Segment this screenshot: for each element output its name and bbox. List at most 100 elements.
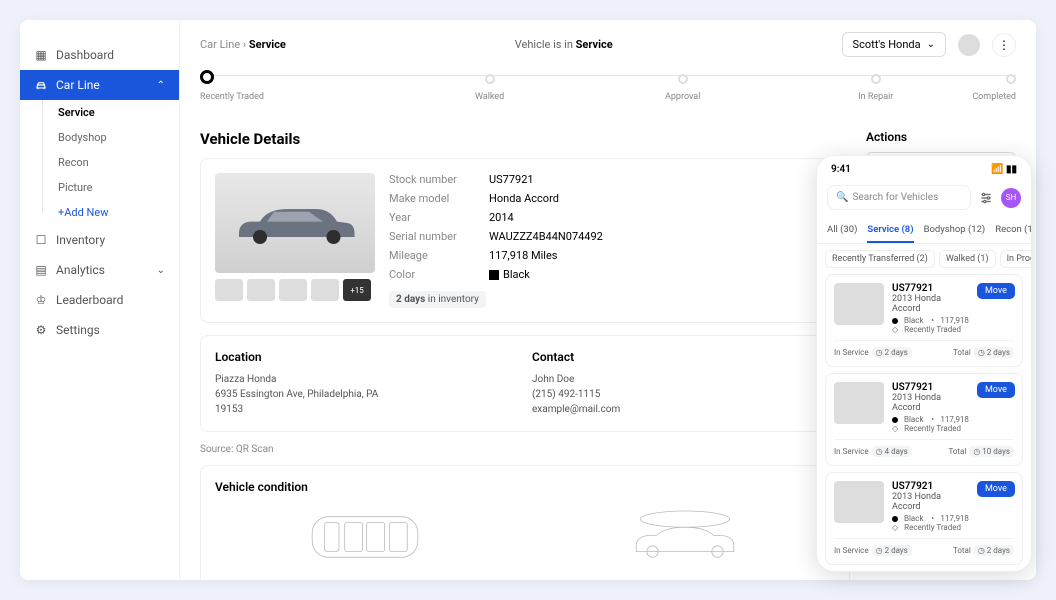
color-dot xyxy=(892,516,898,522)
filter-icon[interactable] xyxy=(977,189,995,207)
gauge-icon: ◔ xyxy=(930,316,935,325)
thumbnail[interactable] xyxy=(247,279,275,301)
vehicle-thumb xyxy=(834,481,884,523)
location-contact-card: Location Piazza Honda 6935 Essington Ave… xyxy=(200,335,850,432)
move-button[interactable]: Move xyxy=(977,382,1015,398)
breadcrumb-current: Service xyxy=(249,38,286,51)
model-name: 2013 Honda Accord xyxy=(892,492,969,512)
gear-icon: ⚙ xyxy=(34,323,48,337)
search-icon: 🔍 xyxy=(836,192,848,203)
dealer-select[interactable]: Scott's Honda ⌄ xyxy=(842,32,946,57)
days-pill: ◷2 days xyxy=(974,347,1014,358)
days-pill: ◷10 days xyxy=(969,446,1014,457)
sidebar-item-label: Settings xyxy=(56,323,100,337)
tab-bodyshop[interactable]: Bodyshop (12) xyxy=(924,220,986,243)
mobile-avatar[interactable]: SH xyxy=(1001,188,1021,208)
sidebar-item-label: Inventory xyxy=(56,233,105,247)
chevron-up-icon: ⌃ xyxy=(157,80,165,91)
vehicle-card[interactable]: US77921 2013 Honda Accord Black◔117,918 … xyxy=(825,274,1023,367)
tab-recon[interactable]: Recon (10) xyxy=(995,220,1032,243)
sidebar-item-label: Leaderboard xyxy=(56,293,123,307)
days-pill: ◷4 days xyxy=(872,446,912,457)
vehicle-details-card: ✎ +15 xyxy=(200,158,850,323)
box-icon: ☐ xyxy=(34,233,48,247)
thumbnail[interactable] xyxy=(279,279,307,301)
car-icon xyxy=(34,78,48,92)
move-button[interactable]: Move xyxy=(977,481,1015,497)
contact-title: Contact xyxy=(532,350,835,364)
page-title: Vehicle Details xyxy=(200,130,850,148)
sidebar-item-leaderboard[interactable]: ♔ Leaderboard xyxy=(20,285,179,315)
pin-icon: ◇ xyxy=(892,424,898,433)
model-name: 2013 Honda Accord xyxy=(892,393,969,413)
thumbnail[interactable] xyxy=(215,279,243,301)
step-dot[interactable] xyxy=(678,74,688,84)
menu-button[interactable]: ⋮ xyxy=(992,33,1016,57)
step-dot[interactable] xyxy=(200,70,214,84)
vehicle-thumb xyxy=(834,283,884,325)
days-pill: ◷2 days xyxy=(872,545,912,556)
top-bar: Car Line › Service Vehicle is in Service… xyxy=(180,20,1036,69)
signal-icons: 📶 ▮▮ xyxy=(991,164,1017,175)
sidebar-item-inventory[interactable]: ☐ Inventory xyxy=(20,225,179,255)
chevron-down-icon: ⌄ xyxy=(927,39,935,50)
days-pill: ◷2 days xyxy=(872,347,912,358)
sidebar-add-new[interactable]: +Add New xyxy=(20,200,179,225)
days-pill: ◷2 days xyxy=(974,545,1014,556)
sidebar-sub-picture[interactable]: Picture xyxy=(20,175,179,200)
interior-schematic[interactable] xyxy=(300,502,430,572)
sidebar-sub-bodyshop[interactable]: Bodyshop xyxy=(20,125,179,150)
sidebar-item-dashboard[interactable]: ▦ Dashboard xyxy=(20,40,179,70)
tab-service[interactable]: Service (8) xyxy=(867,220,913,243)
chip[interactable]: Walked (1) xyxy=(939,250,996,268)
search-input[interactable]: 🔍 Search for Vehicles xyxy=(827,185,971,210)
clock-icon: ◷ xyxy=(876,348,883,357)
move-button[interactable]: Move xyxy=(977,283,1015,299)
step-dot[interactable] xyxy=(871,74,881,84)
sidebar-sub-recon[interactable]: Recon xyxy=(20,150,179,175)
chip[interactable]: Recently Transferred (2) xyxy=(825,250,935,268)
thumbnail[interactable] xyxy=(311,279,339,301)
clock-icon: ◷ xyxy=(978,546,985,555)
gauge-icon: ◔ xyxy=(930,415,935,424)
vehicle-card[interactable]: US77921 2013 Honda Accord Black◔117,918 … xyxy=(825,472,1023,565)
gauge-icon: ◔ xyxy=(930,514,935,523)
inventory-badge: 2 days in inventory xyxy=(389,291,486,308)
sidebar-item-analytics[interactable]: ▤ Analytics ⌄ xyxy=(20,255,179,285)
sidebar-sub-service[interactable]: Service xyxy=(20,100,179,125)
exterior-schematic[interactable] xyxy=(620,502,750,572)
chip[interactable]: In Progress xyxy=(1000,250,1031,268)
avatar[interactable] xyxy=(958,34,980,56)
chart-icon: ▤ xyxy=(34,263,48,277)
sidebar-item-label: Car Line xyxy=(56,78,100,92)
source-label: Source: QR Scan xyxy=(200,444,850,455)
sidebar-item-settings[interactable]: ⚙ Settings xyxy=(20,315,179,345)
thumbnail-more[interactable]: +15 xyxy=(343,279,371,301)
filter-chips: Recently Transferred (2) Walked (1) In P… xyxy=(817,244,1031,274)
mobile-app: 9:41 📶 ▮▮ 🔍 Search for Vehicles SH All (… xyxy=(816,155,1032,572)
trophy-icon: ♔ xyxy=(34,293,48,307)
dashboard-icon: ▦ xyxy=(34,48,48,62)
stepper-line xyxy=(210,75,1016,76)
stock-number: US77921 xyxy=(892,382,969,393)
breadcrumb-parent[interactable]: Car Line xyxy=(200,38,240,51)
breadcrumb: Car Line › Service xyxy=(200,38,286,51)
vehicle-status: Vehicle is in Service xyxy=(515,38,613,51)
clock-icon: ◷ xyxy=(876,447,883,456)
sidebar-item-car-line[interactable]: Car Line ⌃ xyxy=(20,70,179,100)
color-dot xyxy=(892,318,898,324)
step-dot[interactable] xyxy=(485,74,495,84)
actions-title: Actions xyxy=(866,130,1016,144)
tab-all[interactable]: All (30) xyxy=(827,220,857,243)
step-dot[interactable] xyxy=(1006,74,1016,84)
sidebar: ▦ Dashboard Car Line ⌃ Service Bodyshop … xyxy=(20,20,180,580)
vehicle-image[interactable] xyxy=(215,173,375,273)
pin-icon: ◇ xyxy=(892,325,898,334)
vehicle-card[interactable]: US77921 2013 Honda Accord Black◔117,918 … xyxy=(825,373,1023,466)
thumbnail-row: +15 xyxy=(215,279,375,301)
chevron-down-icon: ⌄ xyxy=(157,265,165,276)
location-title: Location xyxy=(215,350,518,364)
stock-number: US77921 xyxy=(892,283,969,294)
spec-grid: Stock numberUS77921 Make modelHonda Acco… xyxy=(389,173,835,281)
color-dot xyxy=(892,417,898,423)
